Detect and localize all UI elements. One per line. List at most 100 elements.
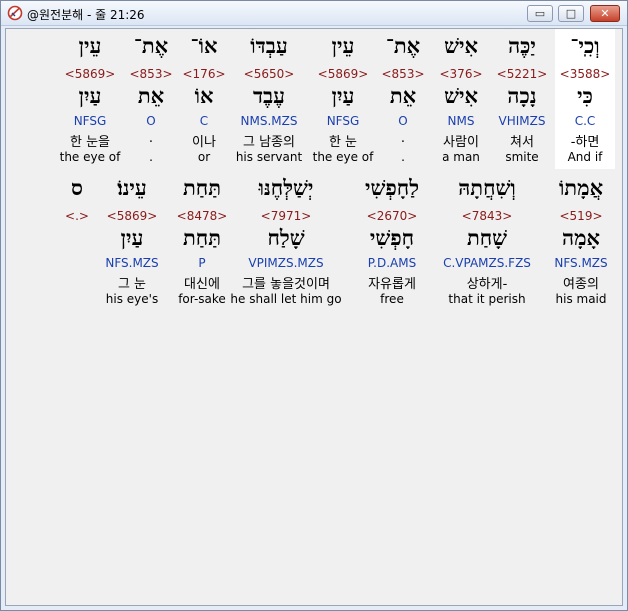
lemma-word[interactable]: כִּי (577, 83, 593, 109)
hebrew-word[interactable]: אֶת־ (134, 33, 168, 59)
minimize-button[interactable]: ▭ (527, 5, 553, 22)
hebrew-word[interactable]: עַבְדּוֹ (250, 33, 287, 59)
hebrew-word[interactable]: לַחָפְשִׁי (365, 175, 419, 201)
morph-code[interactable]: C (200, 114, 208, 128)
strong-number[interactable]: <176> (182, 67, 225, 81)
lemma-word[interactable]: עַיִן (121, 225, 144, 251)
english-gloss[interactable]: his eye's (106, 292, 158, 306)
window-title: @원전분해 - 줄 21:26 (27, 8, 145, 22)
english-gloss[interactable]: that it perish (448, 292, 525, 306)
strong-number[interactable]: <7971> (261, 209, 312, 223)
korean-gloss[interactable]: 사람이 (443, 131, 479, 150)
strong-number[interactable]: <376> (439, 67, 482, 81)
hebrew-word[interactable]: יַכֶּה (508, 33, 536, 59)
strong-number[interactable]: <8478> (177, 209, 228, 223)
korean-gloss[interactable]: 그 남종의 (243, 131, 295, 150)
lemma-word[interactable]: אֵת (138, 83, 164, 109)
strong-number[interactable]: <5869> (107, 209, 158, 223)
strong-number[interactable]: <3588> (560, 67, 611, 81)
english-gloss[interactable]: smite (505, 150, 538, 164)
hebrew-word[interactable]: אֲמָתוֹ (559, 175, 603, 201)
korean-gloss[interactable]: . (149, 131, 153, 146)
morph-code[interactable]: NFSG (327, 114, 360, 128)
hebrew-word[interactable]: עֵין (79, 33, 102, 59)
morph-code[interactable]: VPIMZS.MZS (248, 256, 323, 270)
strong-number[interactable]: <853> (381, 67, 424, 81)
morph-code[interactable]: C.C (575, 114, 596, 128)
lemma-word[interactable]: אוֹ (195, 83, 214, 109)
korean-gloss[interactable]: 여종의 (563, 273, 599, 292)
lemma-word[interactable]: עֶבֶד (253, 83, 285, 109)
title-bar[interactable]: @원전분해 - 줄 21:26 ▭ □ ✕ (1, 1, 627, 26)
lemma-word[interactable]: נָכָה (507, 83, 536, 109)
lemma-word[interactable]: עַיִן (79, 83, 102, 109)
strong-number[interactable]: <519> (559, 209, 602, 223)
lemma-word[interactable]: שָׁלַח (267, 225, 304, 251)
morph-code[interactable]: P (198, 256, 205, 270)
hebrew-word[interactable]: ס (71, 175, 83, 201)
hebrew-word[interactable]: וְכִֽי־ (570, 33, 599, 59)
hebrew-word[interactable]: אִישׁ (444, 33, 478, 59)
maximize-button[interactable]: □ (558, 5, 584, 22)
korean-gloss[interactable]: 한 눈 (329, 131, 357, 150)
strong-number[interactable]: <5869> (318, 67, 369, 81)
english-gloss[interactable]: he shall let him go (230, 292, 341, 306)
morph-code[interactable]: NFSG (74, 114, 107, 128)
lemma-word[interactable]: אָמָה (562, 225, 600, 251)
morph-code[interactable]: O (398, 114, 407, 128)
hebrew-word[interactable]: אֶת־ (386, 33, 420, 59)
korean-gloss[interactable]: 한 눈을 (70, 131, 110, 150)
hebrew-word[interactable]: וְשִׁחֲתָהּ (458, 175, 516, 201)
interlinear-view[interactable]: וְכִֽי־ <3588> כִּי C.C -하면 And if יַכֶּה <5221… (5, 28, 623, 606)
lemma-word[interactable]: אֵת (390, 83, 416, 109)
english-gloss[interactable]: the eye of (313, 150, 374, 164)
lemma-word[interactable]: אִישׁ (444, 83, 478, 109)
korean-gloss[interactable]: 이나 (192, 131, 216, 150)
korean-gloss[interactable]: . (401, 131, 405, 146)
morph-code[interactable]: NFS.MZS (105, 256, 158, 270)
strong-number[interactable]: <5650> (244, 67, 295, 81)
english-gloss[interactable]: or (198, 150, 210, 164)
morph-code[interactable]: C.VPAMZS.FZS (443, 256, 531, 270)
english-gloss[interactable]: . (149, 150, 153, 164)
korean-gloss[interactable]: 대신에 (184, 273, 220, 292)
hebrew-word[interactable]: תַּחַת (183, 175, 221, 201)
strong-number[interactable]: <.> (65, 209, 89, 223)
korean-gloss[interactable]: 그 눈 (118, 273, 146, 292)
morph-code[interactable]: O (146, 114, 155, 128)
korean-gloss[interactable]: 그를 놓을것이며 (242, 273, 330, 292)
strong-number[interactable]: <7843> (462, 209, 513, 223)
hebrew-word[interactable]: אוֹ־ (191, 33, 218, 59)
korean-gloss[interactable]: 쳐서 (510, 131, 534, 150)
english-gloss[interactable]: . (401, 150, 405, 164)
morph-code[interactable]: P.D.AMS (368, 256, 416, 270)
lemma-word[interactable]: שָׁחַת (467, 225, 507, 251)
morph-code[interactable]: VHIMZS (499, 114, 546, 128)
hebrew-word[interactable]: יְשַׁלְּחֶנּוּ (259, 175, 314, 201)
english-gloss[interactable]: a man (442, 150, 480, 164)
morph-code[interactable]: NFS.MZS (554, 256, 607, 270)
strong-number[interactable]: <2670> (367, 209, 418, 223)
english-gloss[interactable]: his servant (236, 150, 302, 164)
lemma-word[interactable]: עַיִן (332, 83, 355, 109)
app-icon (7, 5, 23, 21)
lemma-word[interactable]: תַּחַת (183, 225, 221, 251)
hebrew-word[interactable]: עֵינוֹ׃ (117, 175, 147, 201)
korean-gloss[interactable]: 자유롭게 (368, 273, 416, 292)
korean-gloss[interactable]: 상하게- (467, 273, 508, 292)
hebrew-word[interactable]: עֵין (332, 33, 355, 59)
strong-number[interactable]: <5221> (497, 67, 548, 81)
close-button[interactable]: ✕ (590, 5, 620, 22)
morph-code[interactable]: NMS (448, 114, 475, 128)
english-gloss[interactable]: for-sake (178, 292, 226, 306)
lemma-word[interactable]: חָפְשִׁי (370, 225, 414, 251)
english-gloss[interactable]: his maid (556, 292, 607, 306)
english-gloss[interactable]: free (380, 292, 404, 306)
app-window: @원전분해 - 줄 21:26 ▭ □ ✕ וְכִֽי־ <3588> כִּי C… (0, 0, 628, 611)
strong-number[interactable]: <853> (129, 67, 172, 81)
english-gloss[interactable]: And if (568, 150, 603, 164)
korean-gloss[interactable]: -하면 (571, 131, 600, 150)
english-gloss[interactable]: the eye of (60, 150, 121, 164)
strong-number[interactable]: <5869> (65, 67, 116, 81)
morph-code[interactable]: NMS.MZS (241, 114, 298, 128)
